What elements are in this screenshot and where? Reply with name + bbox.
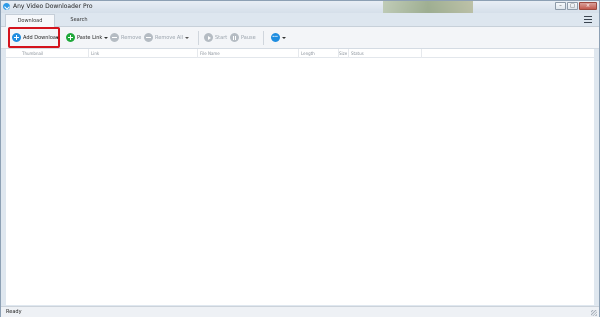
column-header-thumbnail[interactable]: Thumbnail <box>6 49 89 58</box>
download-list[interactable] <box>6 58 594 305</box>
tab-search[interactable]: Search <box>59 14 99 27</box>
title-bar-background-image <box>383 1 473 13</box>
app-icon <box>3 3 10 10</box>
paste-link-dropdown-icon[interactable] <box>104 36 109 39</box>
window-controls: – □ × <box>555 2 597 10</box>
title-bar: Any Video Downloader Pro – □ × <box>1 1 599 13</box>
more-options-button[interactable] <box>271 32 286 43</box>
remove-all-label: Remove All <box>155 34 184 41</box>
minimize-button[interactable]: – <box>555 2 566 10</box>
download-list-header: Thumbnail Link File Name Length Size Sta… <box>6 49 594 58</box>
pause-circle-icon <box>230 33 239 42</box>
more-options-icon <box>271 33 280 42</box>
remove-all-button[interactable]: Remove All <box>144 32 190 43</box>
status-bar: Ready <box>1 306 599 317</box>
column-header-status[interactable]: Status <box>349 49 422 58</box>
pause-button[interactable]: Pause <box>230 32 256 43</box>
paste-link-label: Paste Link <box>77 34 103 41</box>
resize-grip-icon[interactable] <box>591 310 597 316</box>
remove-all-dropdown-icon[interactable] <box>185 36 190 39</box>
maximize-button[interactable]: □ <box>567 2 578 10</box>
remove-label: Remove <box>121 34 142 41</box>
column-header-length[interactable]: Length <box>299 49 339 58</box>
close-button[interactable]: × <box>579 2 597 10</box>
start-button[interactable]: Start <box>204 32 227 43</box>
add-download-highlight-box <box>8 27 60 48</box>
toolbar: Add Download Paste Link Remove Remove Al… <box>1 27 599 49</box>
app-window: Any Video Downloader Pro – □ × Download … <box>0 0 600 317</box>
column-header-file-name[interactable]: File Name <box>198 49 299 58</box>
column-header-size[interactable]: Size <box>339 49 349 58</box>
status-text: Ready <box>6 309 22 315</box>
tab-strip: Download Search <box>1 13 599 27</box>
paste-link-button[interactable]: Paste Link <box>66 32 109 43</box>
pause-label: Pause <box>241 34 256 41</box>
hamburger-menu-icon[interactable] <box>584 16 592 23</box>
toolbar-separator <box>263 31 264 45</box>
column-header-link[interactable]: Link <box>89 49 198 58</box>
minus-circle-icon <box>144 33 153 42</box>
remove-button[interactable]: Remove <box>110 32 141 43</box>
toolbar-separator <box>198 31 199 45</box>
window-title: Any Video Downloader Pro <box>13 3 93 10</box>
plus-circle-icon <box>66 33 75 42</box>
play-circle-icon <box>204 33 213 42</box>
minus-circle-icon <box>110 33 119 42</box>
start-label: Start <box>215 34 228 41</box>
more-options-dropdown-icon <box>282 36 286 39</box>
tab-download[interactable]: Download <box>5 14 55 27</box>
